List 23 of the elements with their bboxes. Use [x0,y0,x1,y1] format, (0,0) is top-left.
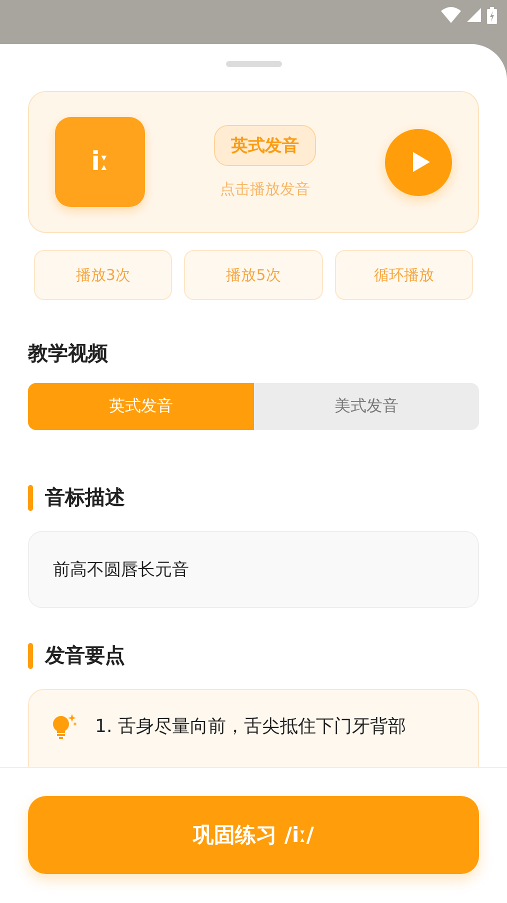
tip-text: 1. 舌身尽量向前，舌尖抵住下门牙背部 [95,715,406,738]
play-button[interactable] [385,128,452,196]
accent-tab[interactable]: 美式发音 [254,383,479,430]
accent-bar [28,484,33,510]
accent-badge: 英式发音 [214,125,316,166]
symbol-tile: iː [55,117,145,207]
repeat-button[interactable]: 播放5次 [184,250,323,300]
play-icon [410,151,430,173]
lightbulb-icon [51,714,77,740]
accent-bar [28,642,33,668]
description-text: 前高不圆唇长元音 [53,559,189,581]
play-hint: 点击播放发音 [220,180,310,199]
wifi-icon [441,7,461,23]
repeat-button[interactable]: 播放3次 [34,250,172,300]
section-title: 音标描述 [45,484,125,511]
drag-handle[interactable] [226,61,282,67]
practice-button[interactable]: 巩固练习 /iː/ [28,796,479,874]
battery-icon [487,6,497,24]
section-title: 教学视频 [28,340,109,367]
section-title: 发音要点 [45,642,125,669]
repeat-button[interactable]: 循环播放 [334,250,473,300]
accent-tab[interactable]: 英式发音 [28,383,254,430]
signal-icon [467,8,481,22]
